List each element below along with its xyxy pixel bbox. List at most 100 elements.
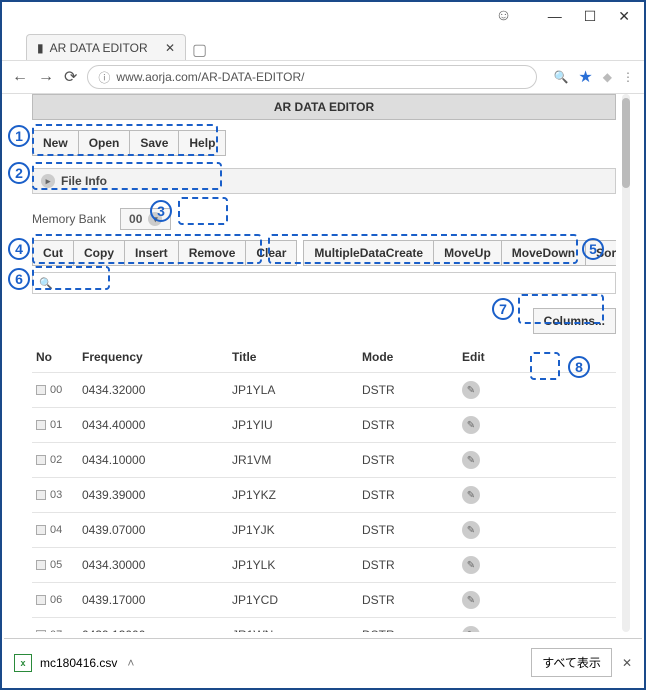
table-row[interactable]: 010434.40000JP1YIUDSTR✎ bbox=[32, 408, 616, 443]
forward-icon[interactable]: → bbox=[38, 68, 54, 86]
annotation-6: 6 bbox=[8, 268, 30, 290]
table-row[interactable]: 030439.39000JP1YKZDSTR✎ bbox=[32, 478, 616, 513]
minimize-button[interactable]: — bbox=[548, 8, 562, 24]
cell-mode: DSTR bbox=[362, 453, 462, 467]
col-no[interactable]: No bbox=[36, 350, 82, 364]
user-icon[interactable]: ☺ bbox=[495, 7, 511, 25]
row-checkbox[interactable]: 07 bbox=[36, 629, 82, 632]
cell-title: JR1WN bbox=[232, 628, 362, 632]
new-tab-icon[interactable]: ▢ bbox=[192, 40, 207, 60]
row-checkbox[interactable]: 02 bbox=[36, 454, 82, 466]
help-button[interactable]: Help bbox=[179, 130, 226, 156]
file-info-label: File Info bbox=[61, 174, 107, 188]
cell-mode: DSTR bbox=[362, 523, 462, 537]
remove-button[interactable]: Remove bbox=[179, 240, 247, 266]
cell-frequency: 0439.39000 bbox=[82, 488, 232, 502]
edit-row-button[interactable]: ✎ bbox=[462, 451, 480, 469]
search-input[interactable] bbox=[57, 276, 609, 290]
cell-frequency: 0439.07000 bbox=[82, 523, 232, 537]
copy-button[interactable]: Copy bbox=[74, 240, 125, 266]
cell-mode: DSTR bbox=[362, 488, 462, 502]
table-row[interactable]: 040439.07000JP1YJKDSTR✎ bbox=[32, 513, 616, 548]
info-icon: ⓘ bbox=[98, 69, 110, 86]
open-button[interactable]: Open bbox=[79, 130, 131, 156]
annotation-1: 1 bbox=[8, 125, 30, 147]
show-all-button[interactable]: すべて表示 bbox=[531, 648, 612, 677]
drive-icon[interactable]: ◆ bbox=[603, 70, 612, 84]
browser-tab[interactable]: ▮ AR DATA EDITOR ✕ bbox=[26, 34, 186, 60]
tab-close-icon[interactable]: ✕ bbox=[165, 41, 175, 55]
close-window-button[interactable]: ✕ bbox=[618, 8, 630, 25]
row-checkbox[interactable]: 01 bbox=[36, 419, 82, 431]
download-filename: mc180416.csv bbox=[40, 656, 117, 670]
table-row[interactable]: 020434.10000JR1VMDSTR✎ bbox=[32, 443, 616, 478]
app-header: AR DATA EDITOR bbox=[32, 94, 616, 120]
row-checkbox[interactable]: 05 bbox=[36, 559, 82, 571]
page-scrollbar[interactable] bbox=[622, 94, 630, 632]
sort-button[interactable]: Sort bbox=[586, 240, 616, 266]
data-table: No Frequency Title Mode Edit 000434.3200… bbox=[32, 342, 616, 632]
bookmark-star-icon[interactable]: ★ bbox=[578, 67, 592, 87]
row-checkbox[interactable]: 06 bbox=[36, 594, 82, 606]
url-field[interactable]: ⓘ www.aorja.com/AR-DATA-EDITOR/ bbox=[87, 65, 537, 89]
reload-icon[interactable]: ⟳ bbox=[64, 67, 77, 87]
tab-title: AR DATA EDITOR bbox=[50, 41, 148, 55]
cell-mode: DSTR bbox=[362, 558, 462, 572]
columns-button[interactable]: Columns... bbox=[533, 308, 616, 334]
url-text: www.aorja.com/AR-DATA-EDITOR/ bbox=[116, 70, 304, 84]
cell-frequency: 0434.10000 bbox=[82, 453, 232, 467]
table-row[interactable]: 000434.32000JP1YLADSTR✎ bbox=[32, 373, 616, 408]
cell-frequency: 0439.13000 bbox=[82, 628, 232, 632]
edit-row-button[interactable]: ✎ bbox=[462, 591, 480, 609]
menu-icon[interactable]: ⋮ bbox=[622, 70, 634, 84]
maximize-button[interactable]: ☐ bbox=[584, 8, 597, 25]
row-checkbox[interactable]: 00 bbox=[36, 384, 82, 396]
table-header: No Frequency Title Mode Edit bbox=[32, 342, 616, 373]
col-title[interactable]: Title bbox=[232, 350, 362, 364]
cell-mode: DSTR bbox=[362, 418, 462, 432]
save-button[interactable]: Save bbox=[130, 130, 179, 156]
new-button[interactable]: New bbox=[32, 130, 79, 156]
edit-row-button[interactable]: ✎ bbox=[462, 486, 480, 504]
file-info-panel[interactable]: ▸ File Info bbox=[32, 168, 616, 194]
memory-bank-row: Memory Bank 00 ▾ bbox=[32, 208, 616, 230]
window-titlebar: ☺ — ☐ ✕ bbox=[2, 2, 644, 30]
download-chevron-icon[interactable]: ˄ bbox=[127, 656, 134, 670]
scrollbar-thumb[interactable] bbox=[622, 98, 630, 188]
annotation-2: 2 bbox=[8, 162, 30, 184]
row-checkbox[interactable]: 04 bbox=[36, 524, 82, 536]
movedown-button[interactable]: MoveDown bbox=[502, 240, 586, 266]
back-icon[interactable]: ← bbox=[12, 68, 28, 86]
expand-icon[interactable]: ▸ bbox=[41, 174, 55, 188]
favicon-icon: ▮ bbox=[37, 41, 44, 55]
edit-row-button[interactable]: ✎ bbox=[462, 381, 480, 399]
main-toolbar: New Open Save Help bbox=[32, 130, 616, 156]
insert-button[interactable]: Insert bbox=[125, 240, 179, 266]
table-row[interactable]: 060439.17000JP1YCDDSTR✎ bbox=[32, 583, 616, 618]
clear-button[interactable]: Clear bbox=[246, 240, 297, 266]
cell-title: JP1YLA bbox=[232, 383, 362, 397]
cut-button[interactable]: Cut bbox=[32, 240, 74, 266]
cell-frequency: 0434.32000 bbox=[82, 383, 232, 397]
memory-bank-select[interactable]: 00 ▾ bbox=[120, 208, 171, 230]
row-checkbox[interactable]: 03 bbox=[36, 489, 82, 501]
edit-row-button[interactable]: ✎ bbox=[462, 521, 480, 539]
cell-mode: DSTR bbox=[362, 593, 462, 607]
col-mode[interactable]: Mode bbox=[362, 350, 462, 364]
excel-icon: x bbox=[14, 654, 32, 672]
edit-row-button[interactable]: ✎ bbox=[462, 416, 480, 434]
close-download-bar-icon[interactable]: ✕ bbox=[622, 656, 632, 670]
zoom-icon[interactable]: 🔍 bbox=[553, 70, 568, 84]
search-row: 🔍 bbox=[32, 272, 616, 294]
multiple-data-create-button[interactable]: MultipleDataCreate bbox=[303, 240, 434, 266]
col-frequency[interactable]: Frequency bbox=[82, 350, 232, 364]
cell-title: JP1YIU bbox=[232, 418, 362, 432]
moveup-button[interactable]: MoveUp bbox=[434, 240, 502, 266]
cell-title: JR1VM bbox=[232, 453, 362, 467]
download-file[interactable]: x mc180416.csv bbox=[14, 654, 117, 672]
edit-row-button[interactable]: ✎ bbox=[462, 556, 480, 574]
table-row[interactable]: 070439.13000JR1WNDSTR✎ bbox=[32, 618, 616, 632]
table-row[interactable]: 050434.30000JP1YLKDSTR✎ bbox=[32, 548, 616, 583]
annotation-4: 4 bbox=[8, 238, 30, 260]
edit-row-button[interactable]: ✎ bbox=[462, 626, 480, 632]
